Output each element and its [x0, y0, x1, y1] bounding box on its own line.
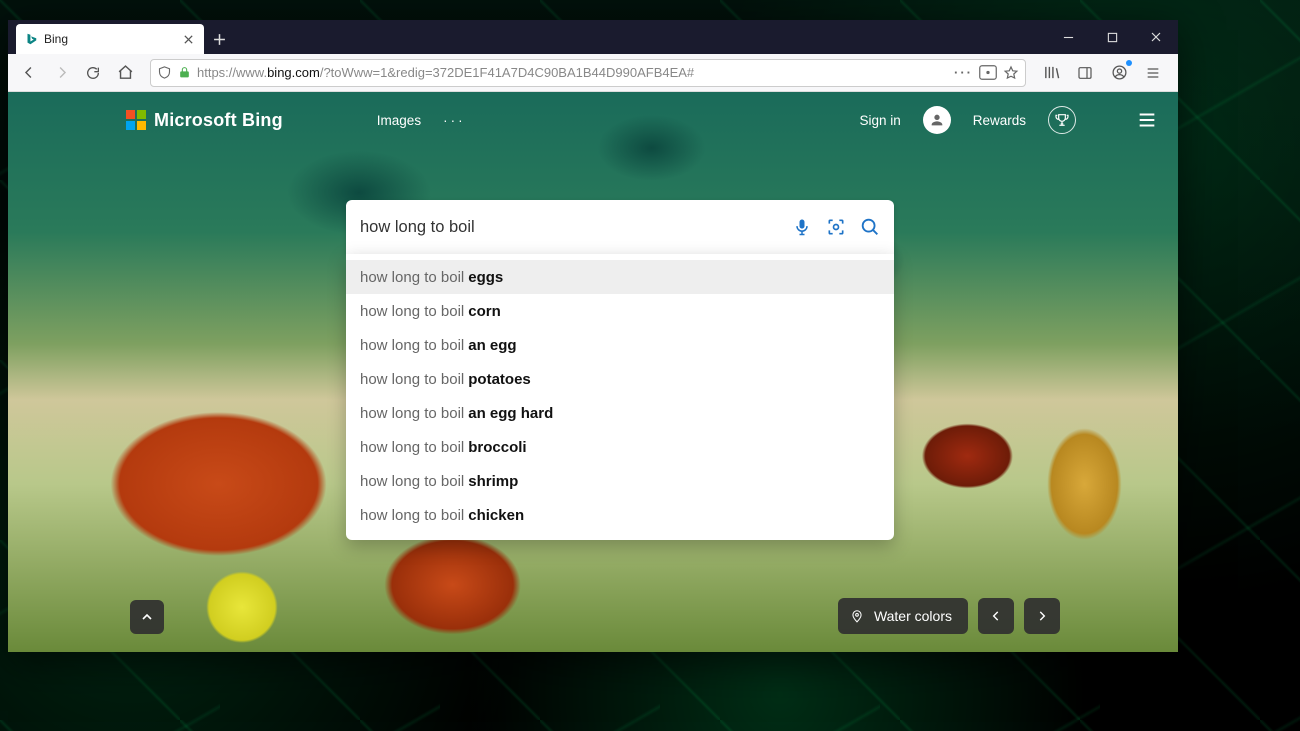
bing-favicon-icon	[24, 32, 38, 46]
suggestion-prefix: how long to boil	[360, 439, 464, 456]
search-box	[346, 200, 894, 254]
app-menu-button[interactable]	[1138, 58, 1168, 88]
search-input[interactable]	[360, 218, 780, 237]
search-suggestions: how long to boileggshow long to boilcorn…	[346, 254, 894, 540]
search-suggestion[interactable]: how long to boilbroccoli	[346, 430, 894, 464]
sidebar-icon[interactable]	[1070, 58, 1100, 88]
suggestion-completion: an egg hard	[468, 405, 553, 422]
search-suggestion[interactable]: how long to boileggs	[346, 260, 894, 294]
person-icon	[929, 112, 945, 128]
tab-close-button[interactable]	[180, 31, 196, 47]
toolbar-right	[1036, 58, 1172, 88]
reload-button[interactable]	[78, 58, 108, 88]
suggestion-completion: eggs	[468, 269, 503, 286]
search-suggestion[interactable]: how long to boilshrimp	[346, 464, 894, 498]
microsoft-bing-logo[interactable]: Microsoft Bing	[126, 110, 283, 131]
suggestion-completion: corn	[468, 303, 501, 320]
suggestion-completion: broccoli	[468, 439, 526, 456]
window-close-button[interactable]	[1134, 20, 1178, 54]
location-pin-icon	[850, 609, 864, 623]
hero-caption-bar: Water colors	[838, 598, 1060, 634]
window-controls	[1046, 20, 1178, 54]
forward-button[interactable]	[46, 58, 76, 88]
visual-search-icon[interactable]	[824, 215, 848, 239]
nav-more-icon[interactable]: ···	[443, 113, 466, 128]
new-tab-button[interactable]	[204, 24, 234, 54]
suggestion-prefix: how long to boil	[360, 473, 464, 490]
suggestion-completion: chicken	[468, 507, 524, 524]
suggestion-prefix: how long to boil	[360, 337, 464, 354]
nav-images[interactable]: Images	[377, 113, 421, 128]
search-suggestion[interactable]: how long to boilan egg	[346, 328, 894, 362]
next-image-button[interactable]	[1024, 598, 1060, 634]
library-icon[interactable]	[1036, 58, 1066, 88]
bookmark-star-icon[interactable]	[1003, 65, 1019, 81]
url-text: https://www.bing.com/?toWww=1&redig=372D…	[197, 65, 948, 80]
suggestion-completion: potatoes	[468, 371, 531, 388]
lock-icon[interactable]	[178, 66, 191, 79]
chevron-up-icon	[139, 609, 155, 625]
search-suggestion[interactable]: how long to boilpotatoes	[346, 362, 894, 396]
suggestion-prefix: how long to boil	[360, 405, 464, 422]
browser-toolbar: https://www.bing.com/?toWww=1&redig=372D…	[8, 54, 1178, 92]
account-icon[interactable]	[1104, 58, 1134, 88]
suggestion-prefix: how long to boil	[360, 371, 464, 388]
search-button[interactable]	[858, 215, 882, 239]
prev-image-button[interactable]	[978, 598, 1014, 634]
trophy-icon	[1054, 112, 1070, 128]
window-maximize-button[interactable]	[1090, 20, 1134, 54]
bing-header: Microsoft Bing Images ··· Sign in Reward…	[8, 92, 1178, 148]
expand-panel-button[interactable]	[130, 600, 164, 634]
tab-title: Bing	[44, 32, 174, 46]
image-info-button[interactable]: Water colors	[838, 598, 968, 634]
rewards-link[interactable]: Rewards	[973, 113, 1026, 128]
brand-text: Microsoft Bing	[154, 110, 283, 131]
sign-in-link[interactable]: Sign in	[859, 113, 900, 128]
search-suggestion[interactable]: how long to boilchicken	[346, 498, 894, 532]
search-container: how long to boileggshow long to boilcorn…	[346, 200, 894, 540]
tab-strip: Bing	[8, 20, 1178, 54]
shield-icon[interactable]	[157, 65, 172, 80]
search-suggestion[interactable]: how long to boilcorn	[346, 294, 894, 328]
rewards-badge[interactable]	[1048, 106, 1076, 134]
suggestion-prefix: how long to boil	[360, 507, 464, 524]
chevron-right-icon	[1035, 609, 1049, 623]
suggestion-completion: shrimp	[468, 473, 518, 490]
page-content: Microsoft Bing Images ··· Sign in Reward…	[8, 92, 1178, 652]
browser-window: Bing	[8, 20, 1178, 652]
microsoft-logo-icon	[126, 110, 146, 130]
bing-menu-button[interactable]	[1136, 109, 1158, 131]
voice-search-icon[interactable]	[790, 215, 814, 239]
account-avatar[interactable]	[923, 106, 951, 134]
address-bar[interactable]: https://www.bing.com/?toWww=1&redig=372D…	[150, 59, 1026, 87]
image-caption: Water colors	[874, 608, 952, 624]
back-button[interactable]	[14, 58, 44, 88]
tab-bing[interactable]: Bing	[16, 24, 204, 54]
reader-icon[interactable]	[979, 65, 997, 80]
home-button[interactable]	[110, 58, 140, 88]
chevron-left-icon	[989, 609, 1003, 623]
search-suggestion[interactable]: how long to boilan egg hard	[346, 396, 894, 430]
window-minimize-button[interactable]	[1046, 20, 1090, 54]
suggestion-prefix: how long to boil	[360, 269, 464, 286]
more-actions-icon[interactable]: ···	[954, 65, 973, 80]
suggestion-completion: an egg	[468, 337, 516, 354]
suggestion-prefix: how long to boil	[360, 303, 464, 320]
